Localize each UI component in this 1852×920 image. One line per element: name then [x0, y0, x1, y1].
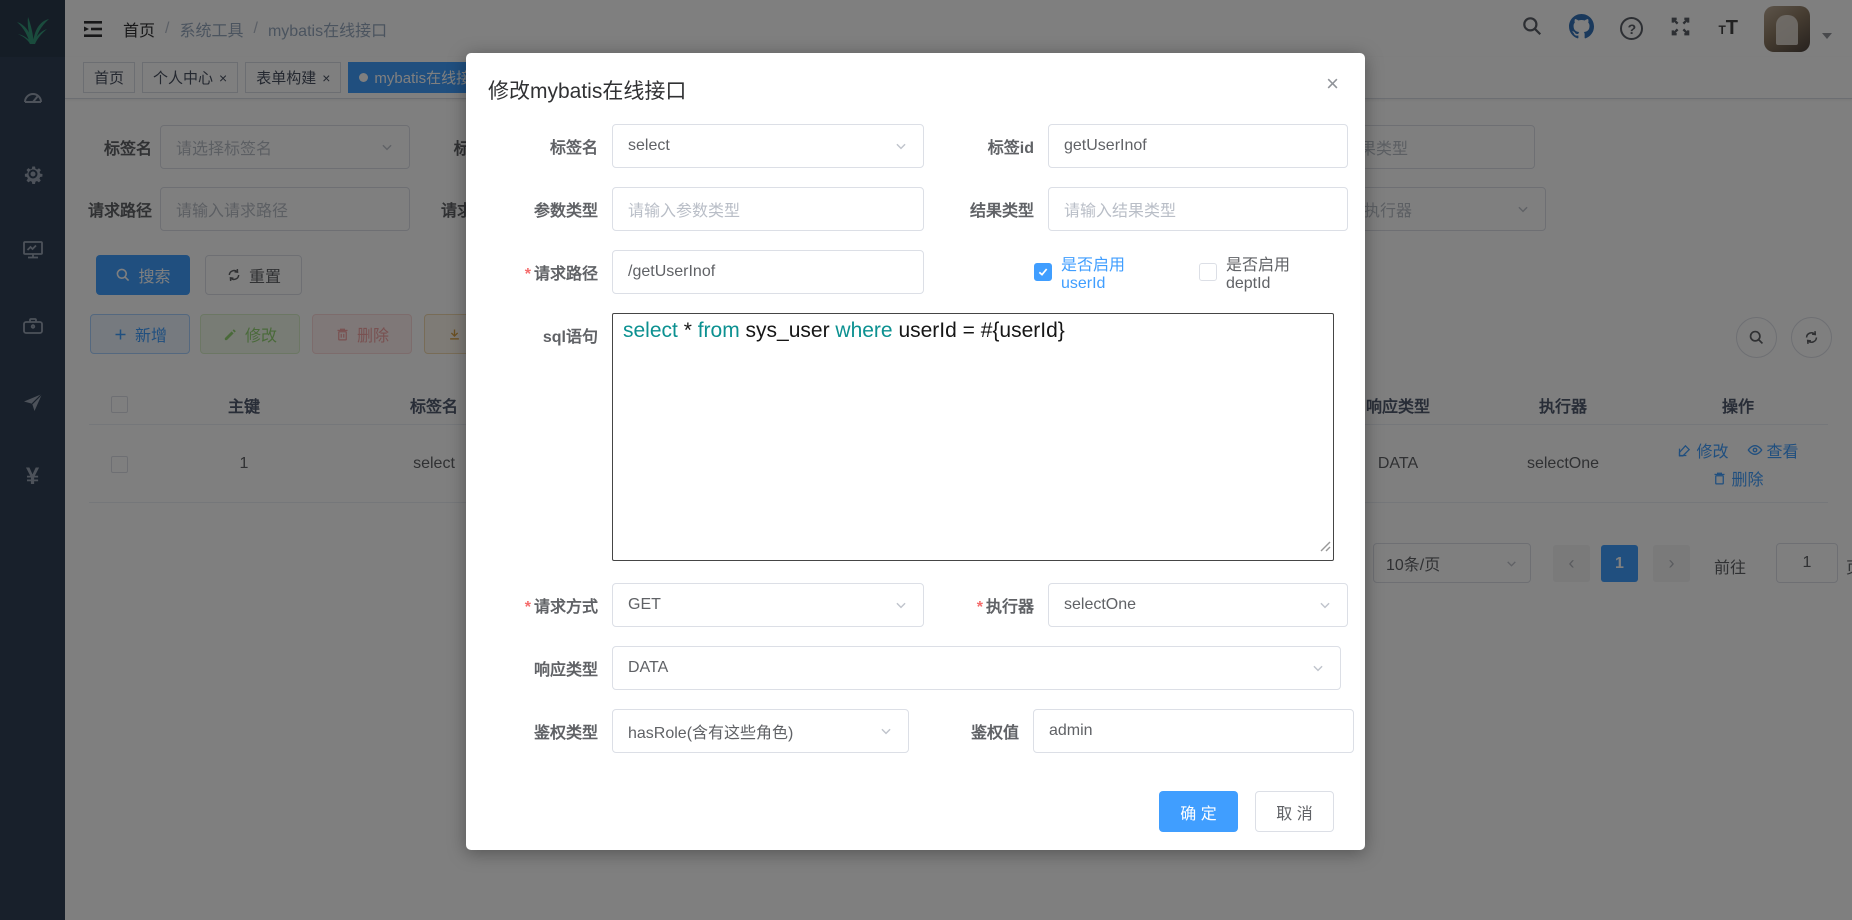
chevron-down-icon	[1311, 661, 1325, 675]
checkbox-checked-icon	[1034, 263, 1052, 281]
enable-deptid-checkbox[interactable]: 是否启用deptId	[1199, 251, 1334, 293]
edit-dialog: 修改mybatis在线接口 × 标签名 select 标签id getUserI…	[466, 53, 1365, 850]
checkbox-unchecked-icon	[1199, 263, 1217, 281]
executor-select[interactable]: selectOne	[1048, 583, 1348, 627]
response-type-select[interactable]: DATA	[612, 646, 1341, 690]
chevron-down-icon	[894, 139, 908, 153]
resize-handle[interactable]	[1319, 534, 1331, 558]
tag-id-input[interactable]: getUserInof	[1048, 124, 1348, 168]
field-request-path-label: *请求路径	[488, 260, 612, 284]
field-auth-value-label: 鉴权值	[909, 719, 1033, 743]
field-sql-label: sql语句	[488, 313, 612, 347]
field-auth-type-label: 鉴权类型	[488, 719, 612, 743]
field-result-type-label: 结果类型	[924, 197, 1048, 221]
chevron-down-icon	[1318, 598, 1332, 612]
auth-type-select[interactable]: hasRole(含有这些角色)	[612, 709, 909, 753]
field-tag-name-label: 标签名	[488, 134, 612, 158]
request-method-select[interactable]: GET	[612, 583, 924, 627]
chevron-down-icon	[894, 598, 908, 612]
cancel-button[interactable]: 取 消	[1255, 791, 1334, 832]
auth-value-input[interactable]: admin	[1033, 709, 1354, 753]
field-response-type-label: 响应类型	[488, 656, 612, 680]
enable-userid-checkbox[interactable]: 是否启用userId	[1034, 251, 1169, 293]
confirm-button[interactable]: 确 定	[1159, 791, 1238, 832]
close-icon[interactable]: ×	[1326, 73, 1339, 95]
field-executor-label: *执行器	[924, 593, 1048, 617]
chevron-down-icon	[879, 724, 893, 738]
result-type-input[interactable]: 请输入结果类型	[1048, 187, 1348, 231]
request-path-input[interactable]: /getUserInof	[612, 250, 924, 294]
sql-editor[interactable]: select * from sys_user where userId = #{…	[612, 313, 1334, 561]
param-type-input[interactable]: 请输入参数类型	[612, 187, 924, 231]
tag-name-select[interactable]: select	[612, 124, 924, 168]
field-param-type-label: 参数类型	[488, 197, 612, 221]
dialog-title: 修改mybatis在线接口	[488, 75, 1334, 105]
field-request-method-label: *请求方式	[488, 593, 612, 617]
field-tag-id-label: 标签id	[924, 134, 1048, 158]
